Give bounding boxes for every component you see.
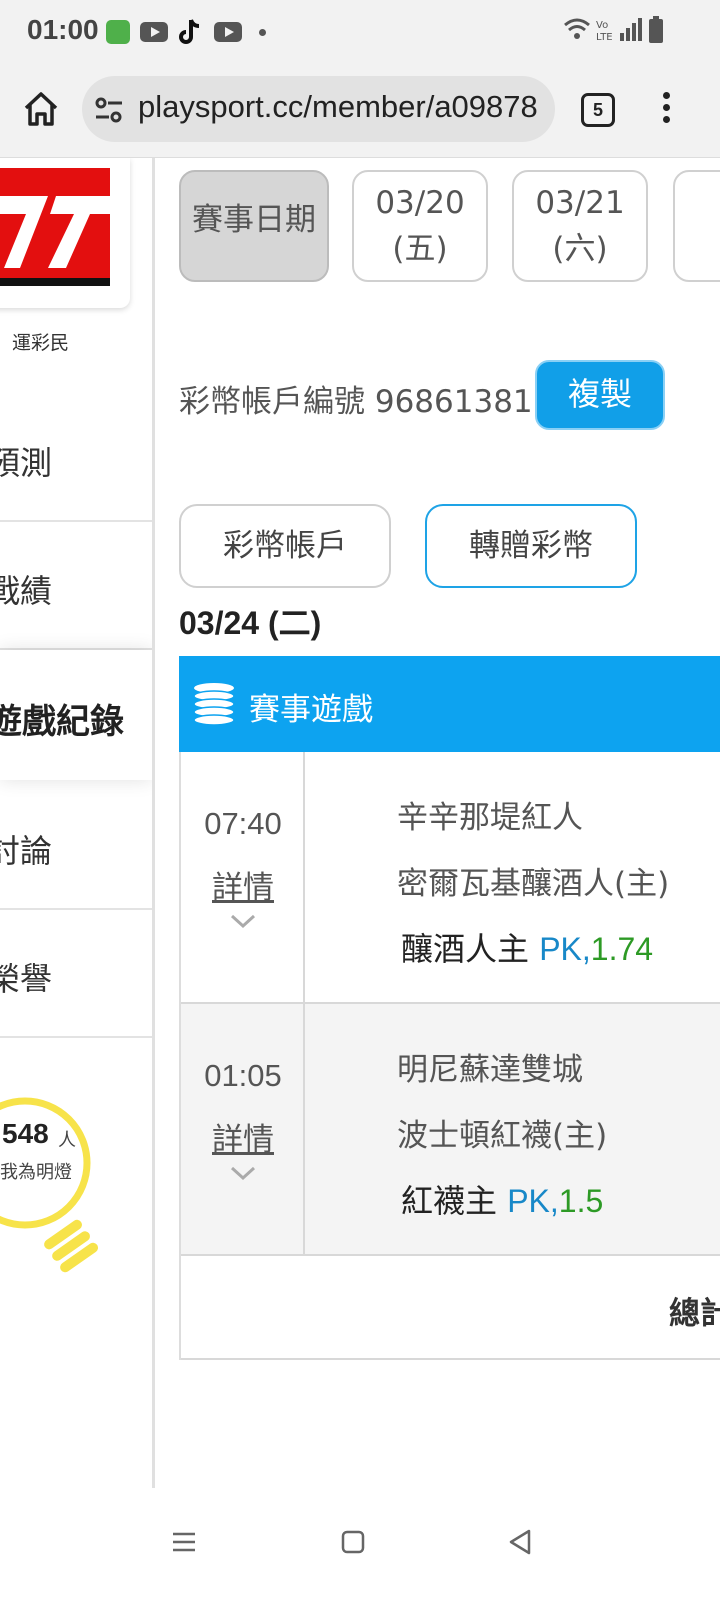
pick-team: 釀酒人主 (401, 930, 540, 968)
date-button-partial[interactable] (673, 170, 720, 282)
pick-line: 釀酒人主 PK,1.74 (401, 924, 653, 970)
bulb-count: 548 (2, 1118, 49, 1149)
game-time-cell: 01:05 詳情 (181, 1004, 305, 1254)
bulb-text: 我為明燈 (0, 1162, 72, 1183)
account-number: 彩幣帳戶編號 96861381 (179, 384, 533, 420)
home-icon[interactable] (22, 90, 60, 128)
tiktok-icon (179, 19, 200, 44)
dot-icon (259, 29, 266, 36)
odds-value: 1.5 (558, 1183, 604, 1219)
away-team: 辛辛那堤紅人 (397, 800, 583, 836)
status-bar: 01:00 Vo LTE (0, 0, 720, 62)
chevron-down-icon[interactable] (229, 912, 257, 930)
logo-image (0, 168, 110, 286)
total-row: 總計 (181, 1256, 720, 1360)
details-link[interactable]: 詳情 (181, 862, 305, 907)
sidebar-item-label: 討論 (0, 832, 53, 870)
game-time: 07:40 (204, 806, 282, 841)
odds-value: 1.74 (590, 931, 654, 967)
address-bar[interactable]: playsport.cc/member/a09878 (82, 76, 555, 142)
battery-icon (649, 16, 663, 43)
sidebar-item-label: 戰績 (0, 572, 53, 610)
coins-icon (193, 683, 235, 726)
status-time: 01:00 (27, 14, 99, 45)
sidebar-item-label: 榮譽 (0, 960, 53, 998)
game-time-cell: 07:40 詳情 (181, 752, 305, 1002)
table-row: 07:40 詳情 辛辛那堤紅人 密爾瓦基釀酒人(主) 釀酒人主 PK,1.74 (181, 752, 720, 1004)
chevron-down-icon[interactable] (229, 1164, 257, 1182)
more-menu-icon[interactable] (660, 92, 672, 130)
wifi-icon (564, 18, 590, 39)
signal-icon (620, 18, 642, 41)
sidebar-item-label: 遊戲紀錄 (0, 702, 124, 742)
sidebar-item-predictions[interactable]: 預測 (0, 394, 152, 522)
copy-button[interactable]: 複製 (535, 360, 665, 430)
total-label: 總計 (669, 1296, 720, 1332)
browser-toolbar: playsport.cc/member/a09878 5 (0, 62, 720, 158)
sidebar-item-discussion[interactable]: 討論 (0, 782, 152, 910)
details-link[interactable]: 詳情 (181, 1114, 305, 1159)
tab-switcher-button[interactable]: 5 (581, 93, 615, 127)
away-team: 明尼蘇達雙城 (397, 1052, 583, 1088)
home-team: 波士頓紅襪(主) (397, 1118, 608, 1154)
back-icon[interactable] (500, 1522, 540, 1562)
game-time: 01:05 (204, 1058, 282, 1093)
youtube-icon (140, 22, 168, 42)
pick-team: 紅襪主 (401, 1182, 508, 1220)
sidebar-item-game-records[interactable]: 遊戲紀錄 (0, 650, 152, 780)
home-team: 密爾瓦基釀酒人(主) (397, 866, 670, 902)
url-text[interactable]: playsport.cc/member/a09878 (138, 89, 538, 125)
logo (0, 158, 130, 308)
youtube-icon (214, 22, 242, 42)
site-settings-icon[interactable] (94, 96, 124, 124)
date-button[interactable]: 03/20 (五) (352, 170, 488, 282)
svg-text:LTE: LTE (596, 32, 613, 42)
home-nav-icon[interactable] (333, 1522, 373, 1562)
pk-label: PK, (507, 1183, 559, 1219)
sidebar-item-record[interactable]: 戰績 (0, 522, 152, 650)
volte-icon: Vo LTE (596, 20, 613, 42)
sidebar: 運彩民 預測 戰績 遊戲紀錄 討論 榮譽 548 人 我為明燈 (0, 158, 155, 1518)
main-content: 賽事日期 03/20 (五) 03/21 (六) 彩幣帳戶編號 96861381… (155, 158, 720, 1518)
coin-account-button[interactable]: 彩幣帳戶 (179, 504, 391, 588)
app-icon (106, 20, 130, 44)
transfer-coins-button[interactable]: 轉贈彩幣 (425, 504, 637, 588)
section-header: 賽事遊戲 (179, 656, 720, 752)
sidebar-item-honors[interactable]: 榮譽 (0, 910, 152, 1038)
weekday-text: (六) (552, 231, 608, 267)
day-heading: 03/24 (二) (179, 605, 322, 641)
brand-name: 運彩民 (12, 332, 70, 354)
section-title: 賽事遊戲 (249, 692, 373, 728)
date-text: 03/20 (375, 185, 465, 221)
pick-line: 紅襪主 PK,1.5 (401, 1176, 603, 1222)
date-button[interactable]: 03/21 (六) (512, 170, 648, 282)
games-table: 07:40 詳情 辛辛那堤紅人 密爾瓦基釀酒人(主) 釀酒人主 PK,1.74 … (179, 752, 720, 1360)
system-nav-bar (0, 1488, 720, 1600)
recent-apps-icon[interactable] (164, 1522, 204, 1562)
pk-label: PK, (539, 931, 591, 967)
bulb-unit: 人 (58, 1130, 76, 1151)
date-label-button[interactable]: 賽事日期 (179, 170, 329, 282)
svg-text:Vo: Vo (596, 20, 608, 31)
date-text: 03/21 (535, 185, 625, 221)
sidebar-item-label: 預測 (0, 444, 53, 482)
weekday-text: (五) (392, 231, 448, 267)
table-row: 01:05 詳情 明尼蘇達雙城 波士頓紅襪(主) 紅襪主 PK,1.5 (181, 1004, 720, 1256)
